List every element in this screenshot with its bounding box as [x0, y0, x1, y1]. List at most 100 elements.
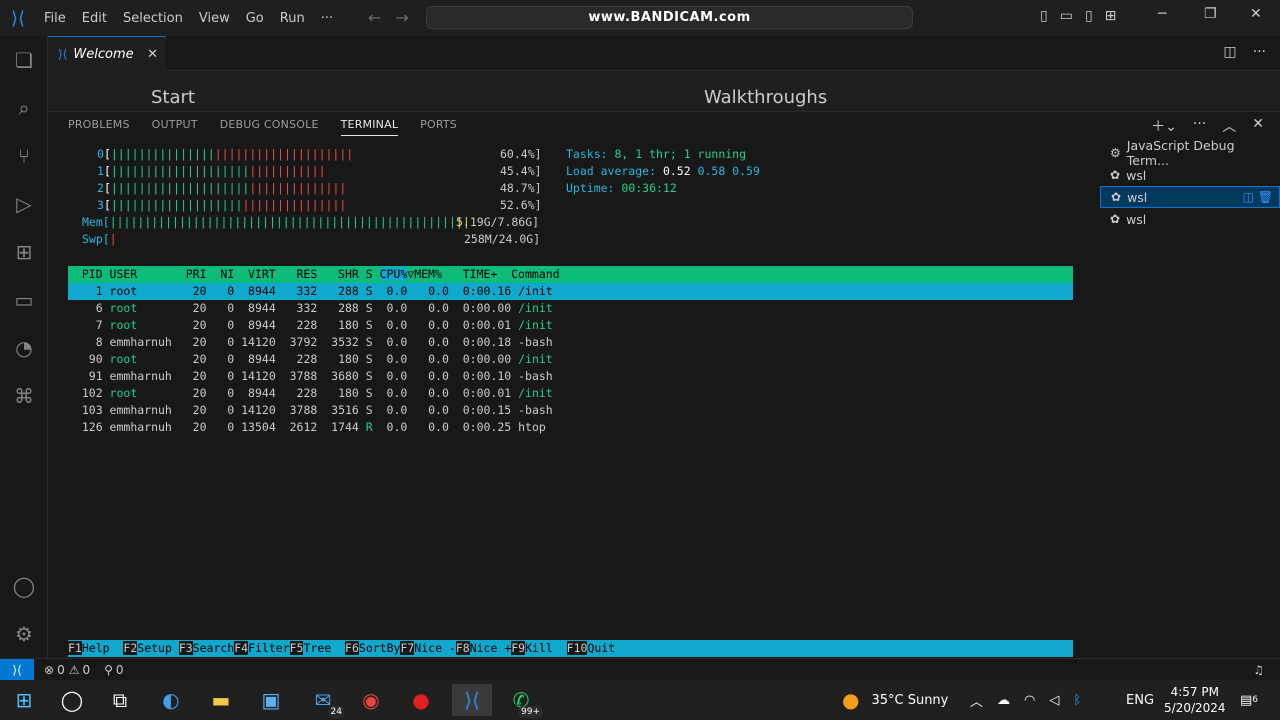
fkey-f3[interactable]: F3 [178, 641, 193, 655]
process-row[interactable]: 126 emmharnuh 20 0 13504 2612 1744 R 0.0… [68, 419, 546, 436]
menu-item[interactable]: Edit [74, 11, 115, 26]
fkey-f10[interactable]: F10 [566, 641, 588, 655]
ports-icon[interactable]: ⚲ [104, 663, 113, 677]
errors-icon[interactable]: ⊗ [44, 663, 54, 677]
toggle-panel-icon[interactable]: ▭ [1060, 8, 1073, 24]
whatsapp-icon[interactable]: ✆ 99+ [505, 684, 543, 718]
tab-welcome[interactable]: ⟩⟨ Welcome ✕ [48, 36, 166, 71]
fkey-f8[interactable]: F8 [455, 641, 470, 655]
fkey-label[interactable]: Help [82, 641, 124, 655]
fkey-f5[interactable]: F5 [289, 641, 304, 655]
fkey-label[interactable]: Search [193, 641, 235, 655]
chrome-icon[interactable]: ◉ [355, 684, 387, 716]
onedrive-cloud-icon[interactable]: ☁ [997, 693, 1010, 708]
panel-tab[interactable]: OUTPUT [152, 118, 198, 136]
fkey-f9[interactable]: F9 [511, 641, 526, 655]
process-table-header[interactable]: PID USER PRI NI VIRT RES SHR S CPU%▽MEM%… [68, 266, 1073, 283]
cortana-search-icon[interactable]: ◯ [56, 684, 88, 716]
panel-tab[interactable]: PORTS [420, 118, 457, 136]
terminal-htop[interactable]: 0[||||||||||||||||||||||||||||||||||| 60.… [68, 146, 1078, 657]
notification-center-icon[interactable]: ▤ 6 [1240, 680, 1258, 720]
more-actions-icon[interactable]: ··· [1193, 116, 1206, 136]
fkey-label[interactable]: Filter [248, 641, 290, 655]
terminal-instance[interactable]: ✿ wsl ◫ 🗑 [1100, 186, 1280, 208]
process-row[interactable]: 91 emmharnuh 20 0 14120 3788 3680 S 0.0 … [68, 368, 553, 385]
task-view-icon[interactable]: ⧉ [104, 684, 136, 716]
process-row[interactable]: 90 root 20 0 8944 228 180 S 0.0 0.0 0:00… [68, 351, 553, 368]
minimize-icon[interactable]: ─ [1158, 6, 1166, 22]
panel-tab[interactable]: DEBUG CONSOLE [220, 118, 319, 136]
mail-icon[interactable]: ✉ 24 [307, 684, 345, 718]
back-arrow-icon[interactable]: ← [368, 8, 381, 27]
process-row[interactable]: 7 root 20 0 8944 228 180 S 0.0 0.0 0:00.… [68, 317, 553, 334]
fkey-label[interactable]: Kill [525, 641, 567, 655]
new-terminal-icon[interactable]: ＋⌄ [1151, 116, 1177, 136]
panel-tab[interactable]: PROBLEMS [68, 118, 130, 136]
kill-terminal-icon[interactable]: 🗑 [1258, 190, 1273, 204]
command-center-search[interactable]: www.BANDICAM.com [426, 6, 913, 29]
fkey-label[interactable]: Quit [587, 641, 629, 655]
more-actions-icon[interactable]: ··· [1253, 44, 1266, 60]
close-panel-icon[interactable]: ✕ [1252, 116, 1264, 136]
fkey-label[interactable]: Nice + [470, 641, 512, 655]
terminal-instance[interactable]: ⚙ JavaScript Debug Term... [1100, 138, 1280, 168]
errors-count[interactable]: 0 [57, 663, 65, 677]
close-tab-icon[interactable]: ✕ [147, 47, 158, 62]
menu-item[interactable]: ··· [313, 11, 341, 26]
language-indicator[interactable]: ENG [1126, 680, 1154, 720]
split-editor-icon[interactable]: ◫ [1223, 44, 1236, 60]
process-row[interactable]: 103 emmharnuh 20 0 14120 3788 3516 S 0.0… [68, 402, 553, 419]
menu-item[interactable]: Go [238, 11, 272, 26]
ms-store-icon[interactable]: ▣ [255, 684, 287, 716]
wifi-icon[interactable]: ◠ [1024, 693, 1035, 708]
warnings-icon[interactable]: ⚠ [69, 663, 80, 677]
account-icon[interactable]: ◯ [0, 562, 48, 610]
edge-browser-icon[interactable]: ◐ [155, 684, 187, 716]
process-row[interactable]: 6 root 20 0 8944 332 288 S 0.0 0.0 0:00.… [68, 300, 553, 317]
process-row[interactable]: 102 root 20 0 8944 228 180 S 0.0 0.0 0:0… [68, 385, 553, 402]
menu-item[interactable]: View [191, 11, 238, 26]
split-terminal-icon[interactable]: ◫ [1243, 190, 1258, 204]
windows-start-icon[interactable]: ⊞ [8, 684, 40, 716]
panel-tab[interactable]: TERMINAL [340, 118, 399, 136]
explorer-icon[interactable]: ❏ [0, 36, 48, 84]
close-window-icon[interactable]: ✕ [1250, 6, 1262, 22]
maximize-panel-icon[interactable]: ︿ [1222, 116, 1236, 136]
menu-item[interactable]: File [36, 11, 74, 26]
extensions-icon[interactable]: ⊞ [0, 228, 48, 276]
fkey-label[interactable]: Tree [303, 641, 345, 655]
run-debug-icon[interactable]: ▷ [0, 180, 48, 228]
bluetooth-icon[interactable]: ᛒ [1073, 693, 1081, 708]
weather-widget[interactable]: ● 35°C Sunny [842, 680, 948, 720]
edge-devtools-icon[interactable]: ◔ [0, 324, 48, 372]
fkey-f4[interactable]: F4 [234, 641, 249, 655]
process-row[interactable]: 8 emmharnuh 20 0 14120 3792 3532 S 0.0 0… [68, 334, 553, 351]
restore-icon[interactable]: ❐ [1204, 6, 1217, 22]
bandicam-record-icon[interactable]: ● [405, 684, 437, 716]
clock[interactable]: 4:57 PM 5/20/2024 [1164, 680, 1226, 720]
forward-arrow-icon[interactable]: → [395, 8, 408, 27]
fkey-label[interactable]: SortBy [359, 641, 401, 655]
notifications-bell-icon[interactable]: ♫ [1253, 663, 1264, 677]
file-explorer-icon[interactable]: ▬ [205, 684, 237, 716]
vscode-taskbar-icon[interactable]: ⟩⟨ [452, 684, 492, 716]
fkey-label[interactable]: Nice - [414, 641, 456, 655]
fkey-label[interactable]: Setup [137, 641, 179, 655]
fkey-f6[interactable]: F6 [345, 641, 359, 655]
process-row[interactable]: 1 root 20 0 8944 332 288 S 0.0 0.0 0:00.… [68, 283, 1073, 300]
remote-explorer-icon[interactable]: ▭ [0, 276, 48, 324]
warnings-count[interactable]: 0 [82, 663, 90, 677]
menu-item[interactable]: Run [272, 11, 313, 26]
toggle-secondary-sidebar-icon[interactable]: ▯ [1085, 8, 1093, 24]
python-icon[interactable]: ⌘ [0, 372, 48, 420]
volume-icon[interactable]: ◁ [1049, 693, 1059, 708]
remote-indicator-icon[interactable]: ⟩⟨ [0, 658, 34, 681]
toggle-primary-sidebar-icon[interactable]: ▯ [1040, 8, 1048, 24]
settings-gear-icon[interactable]: ⚙ [0, 610, 48, 658]
fkey-f1[interactable]: F1 [68, 641, 82, 655]
ports-count[interactable]: 0 [116, 663, 124, 677]
search-icon[interactable]: ⌕ [0, 84, 48, 132]
source-control-icon[interactable]: ⑂ [0, 132, 48, 180]
terminal-instance[interactable]: ✿ wsl [1100, 164, 1280, 186]
fkey-f7[interactable]: F7 [400, 641, 415, 655]
